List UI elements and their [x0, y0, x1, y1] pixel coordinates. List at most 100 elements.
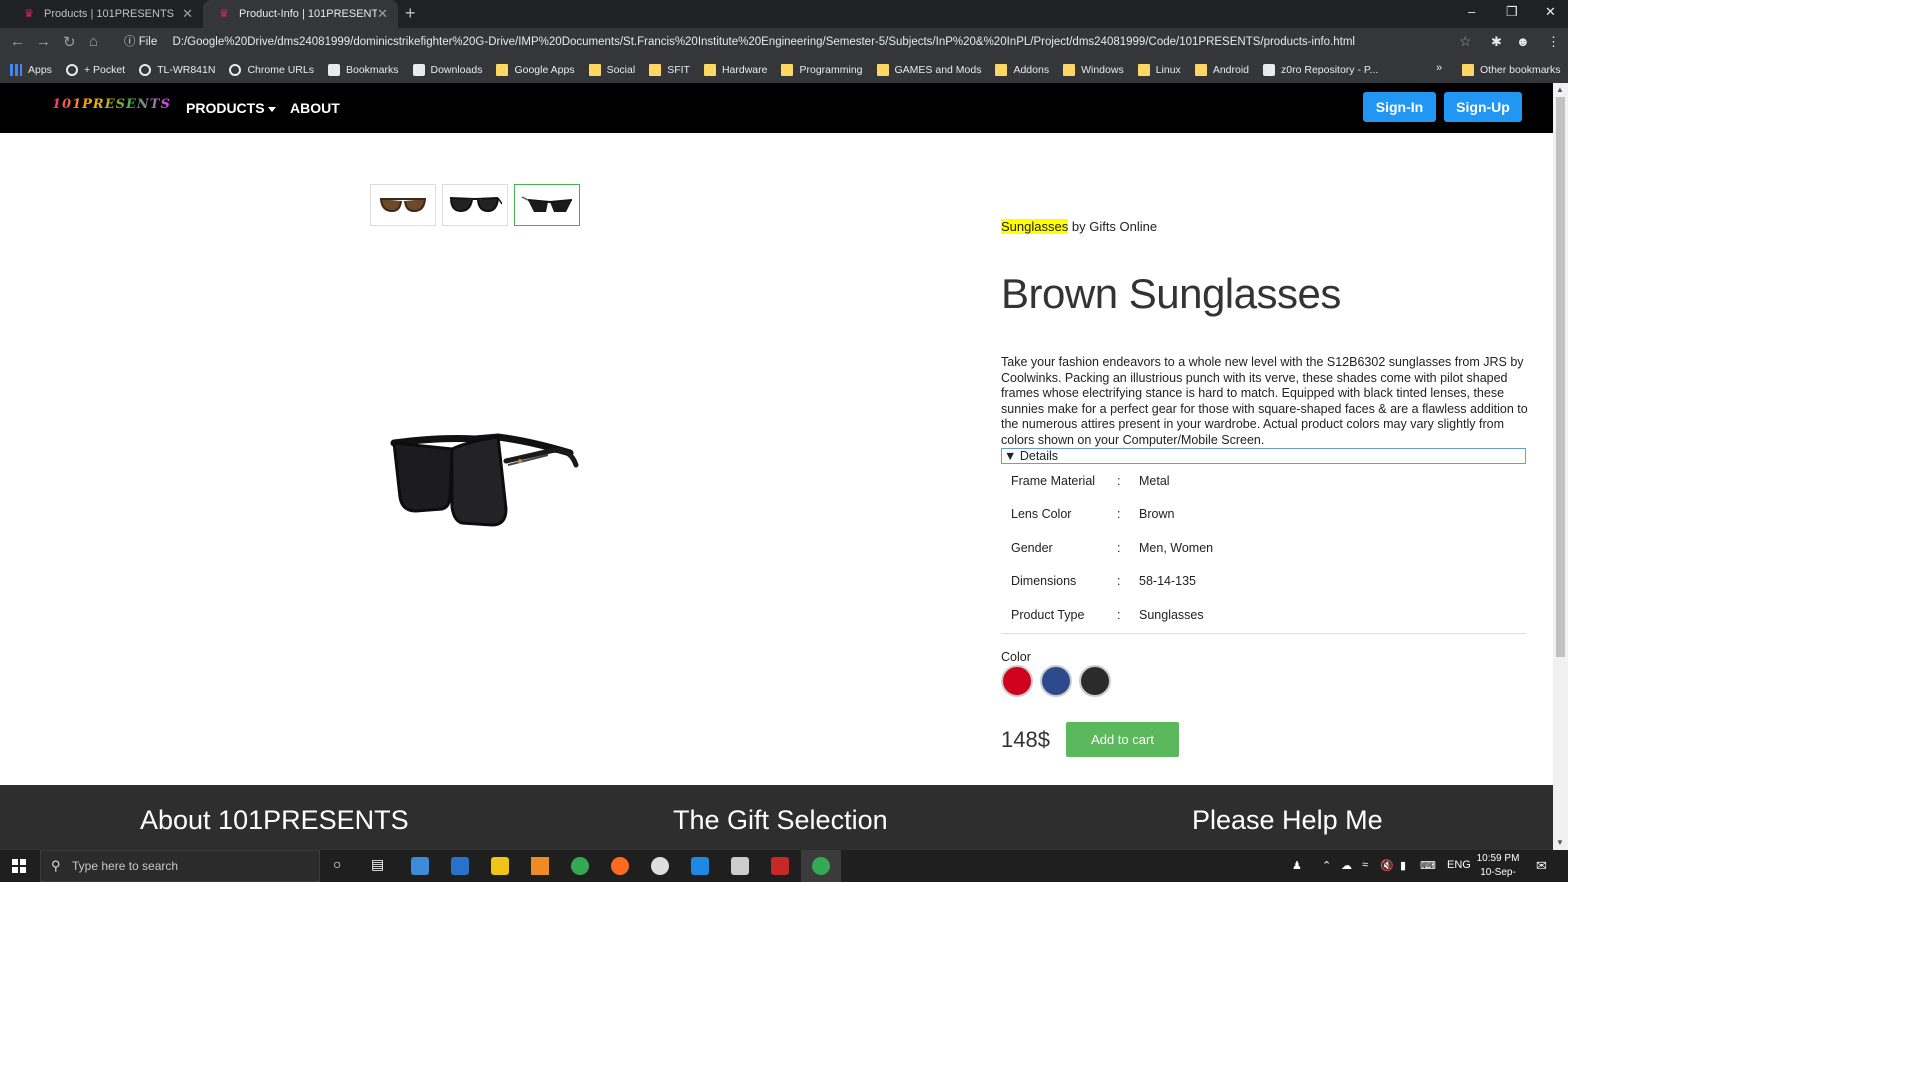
outlook-icon[interactable] — [411, 857, 429, 875]
add-to-cart-button[interactable]: Add to cart — [1066, 722, 1179, 757]
black-sunglasses-thumb-icon — [449, 197, 502, 213]
spec-separator: : — [1117, 507, 1121, 521]
bookmark-item[interactable]: + Pocket — [65, 64, 125, 76]
site-header: 101PRESENTS PRODUCTS ABOUT Sign-In Sign-… — [0, 83, 1553, 133]
bookmark-item[interactable]: TL-WR841N — [139, 64, 215, 76]
bookmark-item[interactable]: Android — [1194, 64, 1249, 76]
close-window-icon[interactable]: ✕ — [1545, 4, 1556, 20]
site-logo[interactable]: 101PRESENTS — [52, 97, 171, 112]
file-explorer-icon[interactable] — [491, 857, 509, 875]
spec-value: Men, Women — [1139, 541, 1214, 555]
nav-products-dropdown[interactable]: PRODUCTS — [186, 100, 276, 116]
app-icon[interactable] — [731, 857, 749, 875]
active-chrome-taskbar-item[interactable] — [801, 850, 841, 882]
bookmark-item[interactable]: Google Apps — [496, 64, 575, 76]
thumbnail-2[interactable] — [442, 184, 508, 226]
bookmark-item[interactable]: Apps — [10, 64, 52, 76]
star-icon — [327, 64, 340, 76]
footer-heading-help: Please Help Me — [1192, 805, 1383, 835]
thumbnail-1[interactable] — [370, 184, 436, 226]
volume-muted-icon[interactable]: 🔇 — [1380, 859, 1394, 872]
profile-icon[interactable]: ☻ — [1516, 34, 1530, 49]
bookmark-star-icon[interactable]: ☆ — [1459, 33, 1472, 50]
address-bar[interactable]: ⓘ File D:/Google%20Drive/dms24081999/dom… — [118, 31, 1478, 54]
signin-button[interactable]: Sign-In — [1363, 92, 1436, 122]
bookmark-item[interactable]: Downloads — [412, 64, 482, 76]
color-swatch-red[interactable] — [1001, 665, 1033, 697]
home-icon[interactable]: ⌂ — [89, 33, 98, 50]
signup-button[interactable]: Sign-Up — [1444, 92, 1522, 122]
scroll-down-icon[interactable]: ▼ — [1556, 838, 1564, 847]
scroll-up-icon[interactable]: ▲ — [1556, 85, 1564, 94]
tab-product-info[interactable]: ♛ Product-Info | 101PRESENTS ✕ — [203, 0, 398, 28]
bookmark-item[interactable]: z0ro Repository - P... — [1263, 64, 1378, 76]
category-highlight[interactable]: Sunglasses — [1001, 219, 1069, 234]
brown-sunglasses-thumb-icon — [380, 198, 426, 213]
minimize-icon[interactable]: – — [1468, 4, 1475, 19]
nav-about-link[interactable]: ABOUT — [290, 100, 340, 116]
bookmark-item[interactable]: Hardware — [703, 64, 767, 76]
cortana-icon[interactable]: ○ — [333, 856, 341, 872]
other-bookmarks-label: Other bookmarks — [1480, 64, 1561, 76]
windows-start-icon[interactable] — [12, 859, 26, 873]
folder-icon — [588, 64, 601, 76]
restore-icon[interactable]: ❐ — [1506, 4, 1518, 20]
color-swatch-blue[interactable] — [1040, 665, 1072, 697]
spec-value: Sunglasses — [1139, 608, 1204, 622]
app-icon[interactable] — [771, 857, 789, 875]
search-icon: ⚲ — [51, 858, 61, 873]
bookmark-item[interactable]: Chrome URLs — [229, 64, 314, 76]
bookmark-item[interactable]: Bookmarks — [327, 64, 399, 76]
onedrive-icon[interactable]: ☁ — [1341, 859, 1352, 872]
reload-icon[interactable]: ↻ — [63, 33, 76, 51]
bookmark-item[interactable]: Programming — [781, 64, 863, 76]
notifications-icon[interactable]: ✉ — [1536, 858, 1547, 874]
bookmark-item[interactable]: Social — [588, 64, 635, 76]
info-icon[interactable]: ⓘ — [124, 36, 136, 48]
spec-row: Gender: Men, Women — [1011, 541, 1411, 557]
keyboard-icon[interactable]: ⌨ — [1420, 859, 1436, 872]
firefox-icon[interactable] — [611, 857, 629, 875]
menu-kebab-icon[interactable]: ⋮ — [1547, 34, 1560, 50]
bookmark-item[interactable]: GAMES and Mods — [876, 64, 981, 76]
wifi-icon[interactable]: ≈ — [1362, 859, 1368, 871]
globe-icon — [139, 64, 152, 76]
spec-row: Dimensions: 58-14-135 — [1011, 574, 1411, 590]
other-bookmarks[interactable]: Other bookmarks — [1462, 57, 1561, 83]
page-scrollbar[interactable]: ▲ ▼ — [1553, 83, 1568, 850]
details-toggle[interactable]: ▼ Details — [1001, 448, 1526, 464]
new-tab-icon[interactable]: + — [405, 3, 416, 24]
spec-label: Lens Color — [1011, 507, 1072, 521]
site-favicon-icon: ♛ — [219, 8, 229, 20]
bookmark-label: Programming — [799, 64, 863, 76]
chrome-icon[interactable] — [571, 857, 589, 875]
forward-icon[interactable]: → — [36, 33, 51, 50]
extensions-icon[interactable]: ✱ — [1491, 34, 1502, 50]
language-indicator[interactable]: ENG — [1447, 859, 1471, 871]
close-tab-icon[interactable]: ✕ — [377, 6, 388, 22]
battery-icon[interactable]: ▮ — [1400, 859, 1406, 872]
tray-chevron-up-icon[interactable]: ⌃ — [1322, 859, 1331, 872]
site-footer: About 101PRESENTS The Gift Selection Ple… — [0, 785, 1553, 850]
scroll-thumb[interactable] — [1556, 97, 1565, 657]
close-tab-icon[interactable]: ✕ — [182, 6, 193, 22]
bookmark-item[interactable]: Linux — [1137, 64, 1181, 76]
color-swatch-black[interactable] — [1079, 665, 1111, 697]
people-icon[interactable]: ♟ — [1292, 859, 1302, 872]
back-icon[interactable]: ← — [10, 33, 25, 50]
vlc-icon[interactable] — [531, 857, 549, 875]
task-view-icon[interactable]: ▤ — [371, 856, 384, 873]
taskbar-search-input[interactable]: ⚲ Type here to search — [40, 850, 320, 882]
globe-icon — [65, 64, 78, 76]
phone-app-icon[interactable] — [691, 857, 709, 875]
app-icon[interactable] — [451, 857, 469, 875]
photos-icon[interactable] — [651, 857, 669, 875]
more-bookmarks-chevron[interactable]: » — [1436, 62, 1442, 74]
folder-icon — [1063, 64, 1076, 76]
taskbar-clock[interactable]: 10:59 PM 10-Sep-19 — [1476, 852, 1520, 894]
bookmark-item[interactable]: Addons — [995, 64, 1049, 76]
tab-products[interactable]: ♛ Products | 101PRESENTS ✕ — [8, 0, 203, 28]
bookmark-item[interactable]: Windows — [1063, 64, 1124, 76]
thumbnail-3-selected[interactable] — [514, 184, 580, 226]
bookmark-item[interactable]: SFIT — [649, 64, 690, 76]
